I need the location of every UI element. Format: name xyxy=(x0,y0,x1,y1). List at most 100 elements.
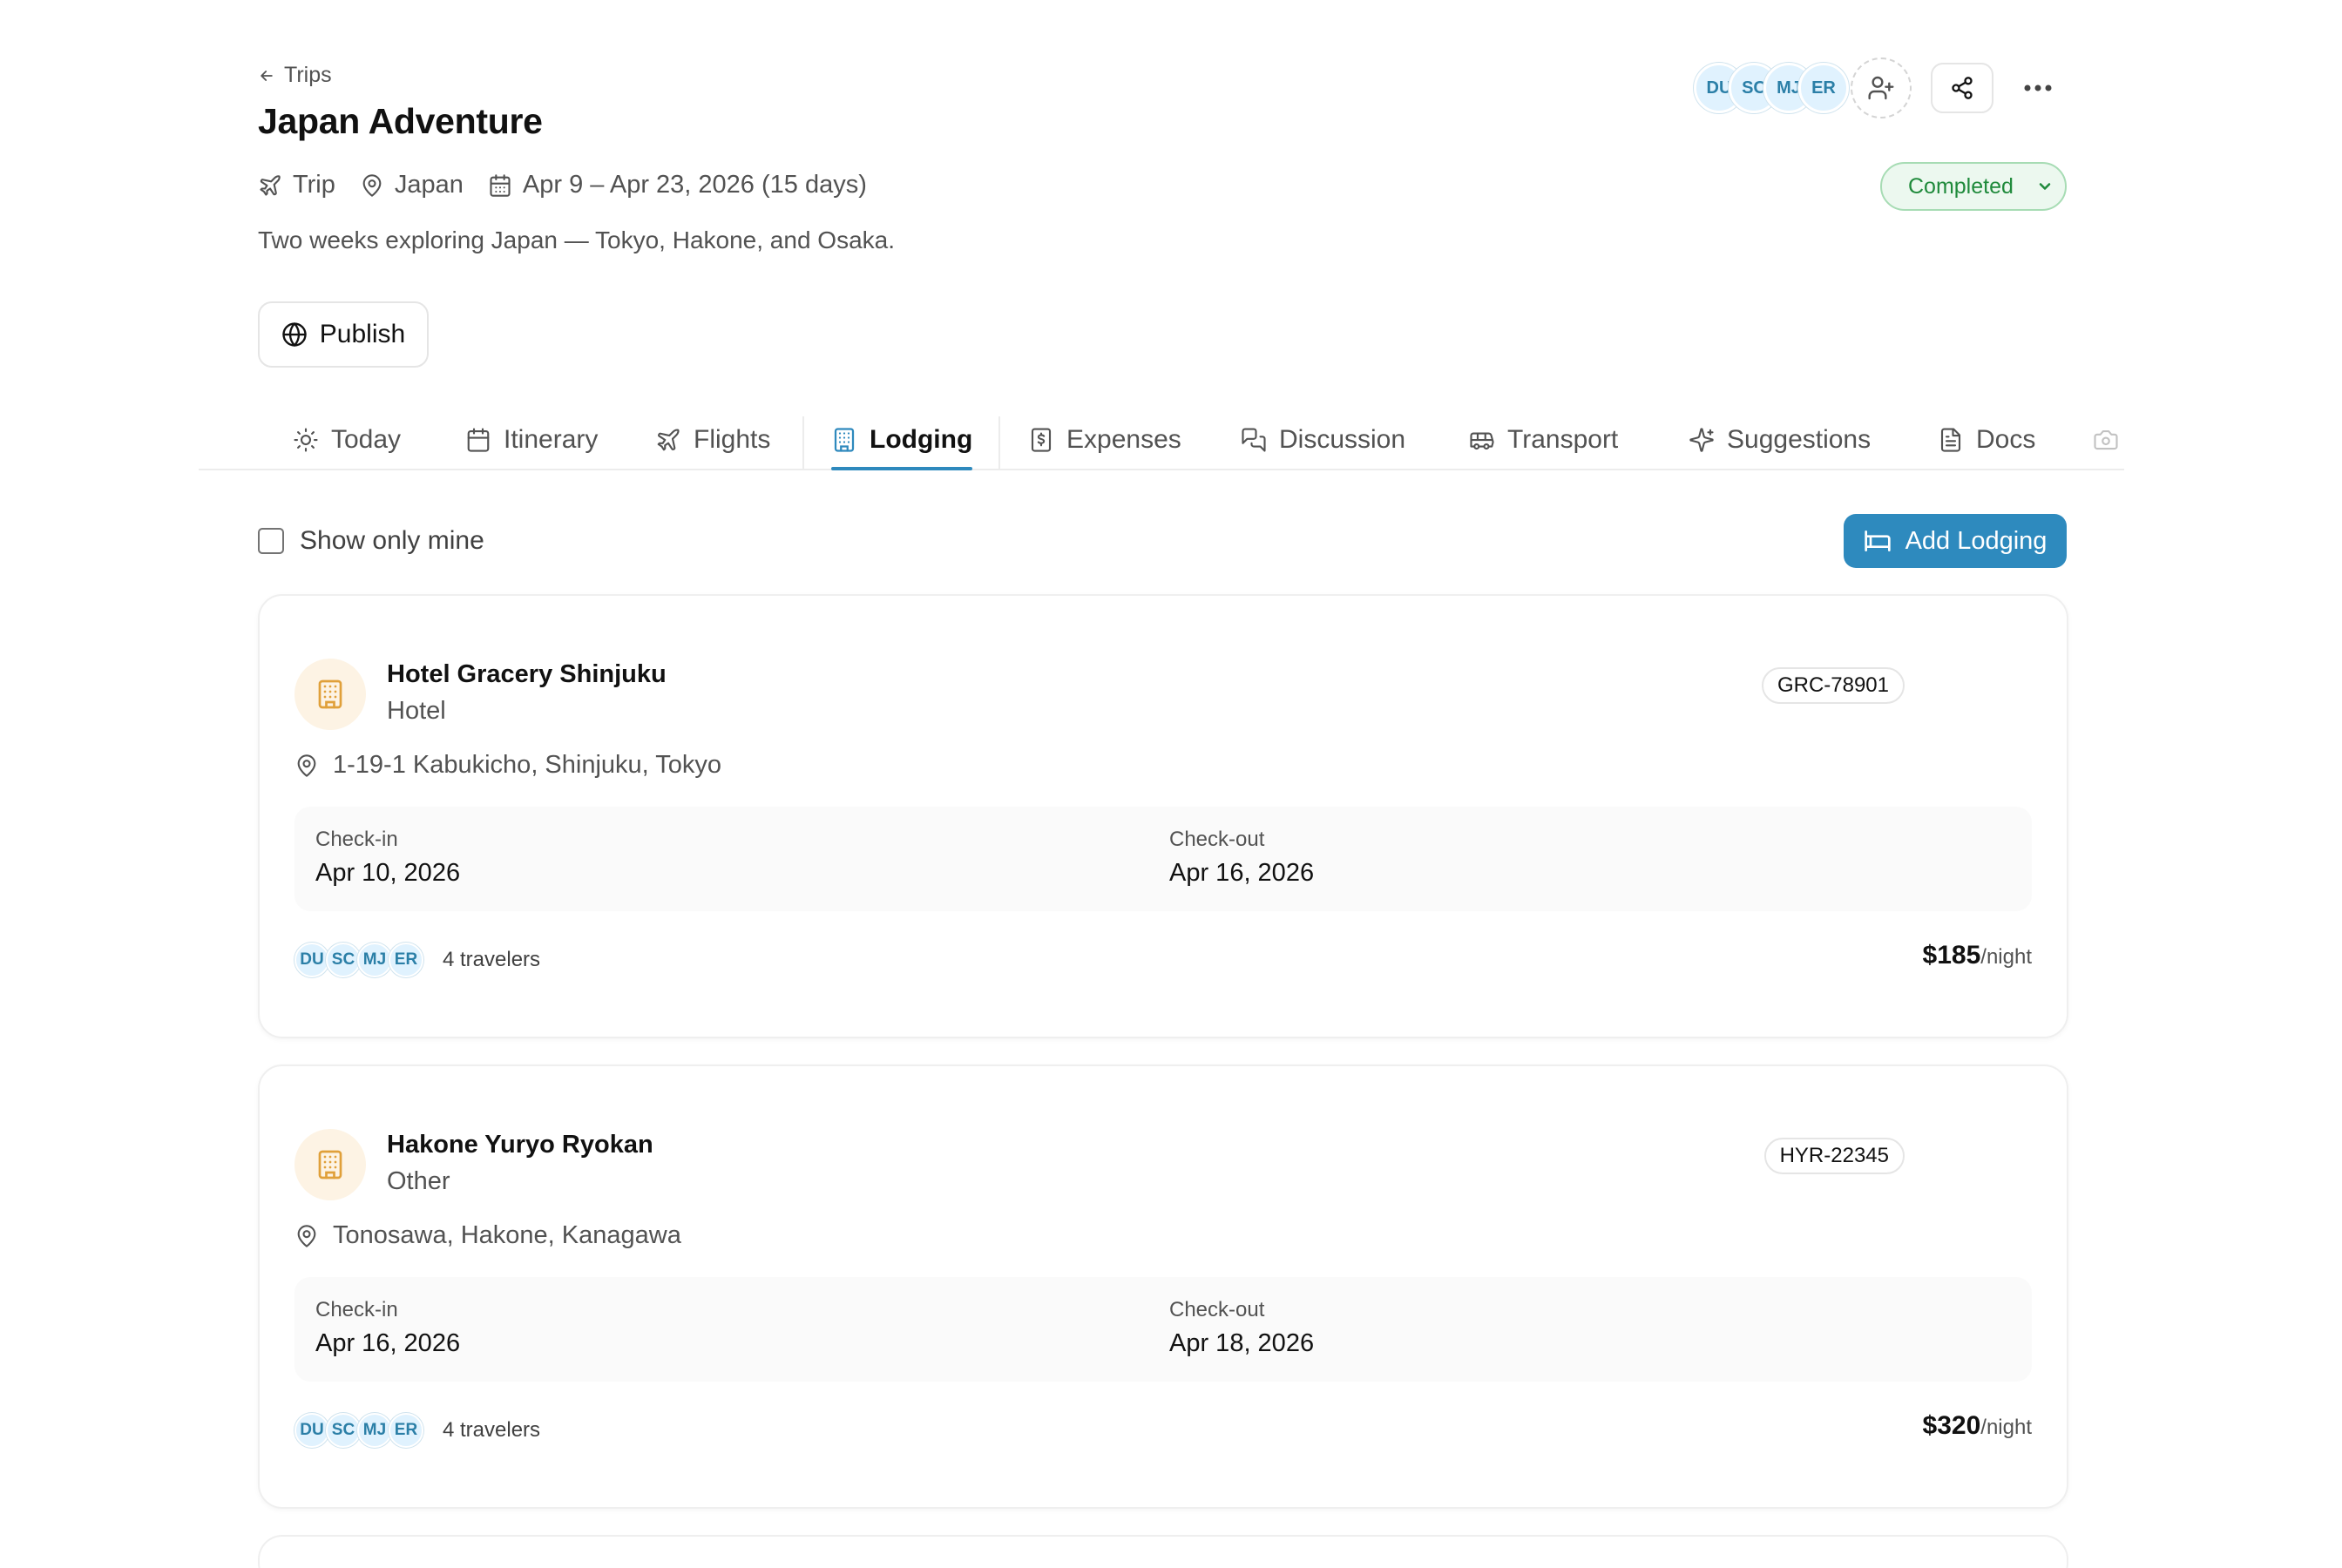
checkin-date: Apr 10, 2026 xyxy=(315,859,461,887)
arrow-left-icon xyxy=(258,67,275,84)
stay-dates: Check-in Apr 10, 2026 Check-out Apr 16, … xyxy=(294,807,2032,911)
tab-flights[interactable]: Flights xyxy=(643,411,782,469)
lodging-type-badge xyxy=(294,659,366,730)
traveler-avatars: DU SC MJ ER xyxy=(294,943,423,977)
checkin: Check-in Apr 10, 2026 xyxy=(315,828,460,888)
plane-icon xyxy=(655,427,681,453)
traveler-avatars: DU SC MJ ER xyxy=(294,1413,423,1448)
tab-label: Today xyxy=(331,425,402,454)
tab-lodging[interactable]: Lodging xyxy=(819,411,985,470)
show-only-mine-toggle[interactable]: Show only mine xyxy=(258,526,484,556)
trip-dates-label: Apr 9 – Apr 23, 2026 (15 days) xyxy=(522,171,867,199)
avatar: ER xyxy=(389,943,423,977)
nightly-price: $185/night xyxy=(1923,941,2032,970)
calendar-icon xyxy=(465,427,491,453)
travelers: DU SC MJ ER 4 travelers xyxy=(294,1413,540,1448)
tab-docs[interactable]: Docs xyxy=(1926,411,2048,469)
trip-dates: Apr 9 – Apr 23, 2026 (15 days) xyxy=(488,171,867,199)
show-only-mine-label: Show only mine xyxy=(300,526,484,555)
checkout: Check-out Apr 18, 2026 xyxy=(1169,1298,1314,1358)
tab-expenses[interactable]: Expenses xyxy=(1016,411,1194,469)
tab-label: Suggestions xyxy=(1727,425,1872,454)
add-lodging-button[interactable]: Add Lodging xyxy=(1844,514,2067,568)
lodging-type: Other xyxy=(387,1167,450,1195)
sun-icon xyxy=(293,427,319,453)
confirmation-badge: GRC-78901 xyxy=(1761,667,1905,704)
tab-transport[interactable]: Transport xyxy=(1457,411,1630,469)
lodging-card[interactable]: Hakone Yuryo Ryokan Other HYR-22345 Tono… xyxy=(258,1064,2068,1509)
stay-dates: Check-in Apr 16, 2026 Check-out Apr 18, … xyxy=(294,1277,2032,1382)
calendar-icon xyxy=(488,173,512,198)
publish-button-label: Publish xyxy=(319,320,406,348)
building-icon xyxy=(315,679,346,710)
status-dropdown[interactable]: Completed xyxy=(1880,162,2067,211)
checkout-date: Apr 16, 2026 xyxy=(1169,859,1315,887)
tab-divider xyxy=(998,416,1000,469)
tab-itinerary[interactable]: Itinerary xyxy=(453,411,610,469)
price-unit: /night xyxy=(1980,945,2032,969)
travelers: DU SC MJ ER 4 travelers xyxy=(294,943,540,977)
checkin-label: Check-in xyxy=(315,828,398,851)
tab-label: Discussion xyxy=(1279,425,1406,454)
travelers-count: 4 travelers xyxy=(443,1418,541,1442)
lodging-card[interactable]: Hotel Gracery Shinjuku Hotel GRC-78901 1… xyxy=(258,594,2068,1038)
avatar: MJ xyxy=(357,1413,392,1448)
checkin-label: Check-in xyxy=(315,1298,398,1321)
bus-icon xyxy=(1469,427,1495,453)
lodging-address: Tonosawa, Hakone, Kanagawa xyxy=(294,1221,681,1250)
tab-label: Lodging xyxy=(870,425,973,454)
address-text: 1-19-1 Kabukicho, Shinjuku, Tokyo xyxy=(333,751,722,779)
tab-divider xyxy=(802,416,804,469)
bed-icon xyxy=(1864,527,1892,555)
trip-type: Trip xyxy=(258,171,335,199)
tab-discussion[interactable]: Discussion xyxy=(1229,411,1418,469)
avatar: ER xyxy=(1798,63,1849,113)
building-icon xyxy=(831,427,857,453)
checkout-label: Check-out xyxy=(1169,1298,1265,1321)
trip-location-label: Japan xyxy=(394,171,464,199)
chat-icon xyxy=(1241,427,1267,453)
nightly-price: $320/night xyxy=(1923,1411,2032,1441)
chevron-down-icon xyxy=(2036,178,2054,195)
tab-today[interactable]: Today xyxy=(281,411,413,469)
back-link[interactable]: Trips xyxy=(258,63,332,88)
trip-type-label: Trip xyxy=(293,171,335,199)
tab-label: Flights xyxy=(694,425,771,454)
lodging-card-partial[interactable] xyxy=(258,1535,2068,1568)
share-button[interactable] xyxy=(1931,63,1993,113)
avatar: SC xyxy=(326,1413,361,1448)
plane-icon xyxy=(258,173,282,198)
map-pin-icon xyxy=(360,173,384,198)
ellipsis-icon xyxy=(2023,84,2053,92)
trip-location: Japan xyxy=(360,171,464,199)
avatar: SC xyxy=(326,943,361,977)
add-lodging-label: Add Lodging xyxy=(1905,526,2048,555)
publish-button[interactable]: Publish xyxy=(258,301,429,368)
tab-suggestions[interactable]: Suggestions xyxy=(1676,411,1883,469)
lodging-address: 1-19-1 Kabukicho, Shinjuku, Tokyo xyxy=(294,751,721,780)
document-icon xyxy=(1938,427,1964,453)
invite-collaborator-button[interactable] xyxy=(1851,57,1912,118)
trip-meta: Trip Japan Apr 9 – Apr 23, 2026 (15 days… xyxy=(258,171,867,199)
trip-description: Two weeks exploring Japan — Tokyo, Hakon… xyxy=(258,226,895,253)
tab-photos-partial[interactable] xyxy=(2081,411,2131,469)
show-only-mine-checkbox[interactable] xyxy=(258,528,284,554)
tab-label: Expenses xyxy=(1066,425,1181,454)
confirmation-badge: HYR-22345 xyxy=(1763,1138,1905,1174)
avatar: DU xyxy=(294,943,329,977)
page-title: Japan Adventure xyxy=(258,101,543,141)
status-label: Completed xyxy=(1908,173,2014,199)
checkout-date: Apr 18, 2026 xyxy=(1169,1329,1315,1357)
back-link-label: Trips xyxy=(284,63,332,87)
price-amount: $320 xyxy=(1922,1411,1981,1440)
map-pin-icon xyxy=(294,754,319,778)
collaborator-avatars[interactable]: DU SC MJ ER xyxy=(1694,63,1849,113)
lodging-name: Hotel Gracery Shinjuku xyxy=(387,660,667,688)
lodging-type-badge xyxy=(294,1129,366,1200)
price-unit: /night xyxy=(1980,1416,2032,1439)
trip-page: Trips Japan Adventure Trip Japan Apr 9 –… xyxy=(0,0,2342,1568)
more-options-button[interactable] xyxy=(2009,63,2067,113)
checkin: Check-in Apr 16, 2026 xyxy=(315,1298,460,1358)
camera-icon xyxy=(2093,427,2119,453)
travelers-count: 4 travelers xyxy=(443,948,541,971)
